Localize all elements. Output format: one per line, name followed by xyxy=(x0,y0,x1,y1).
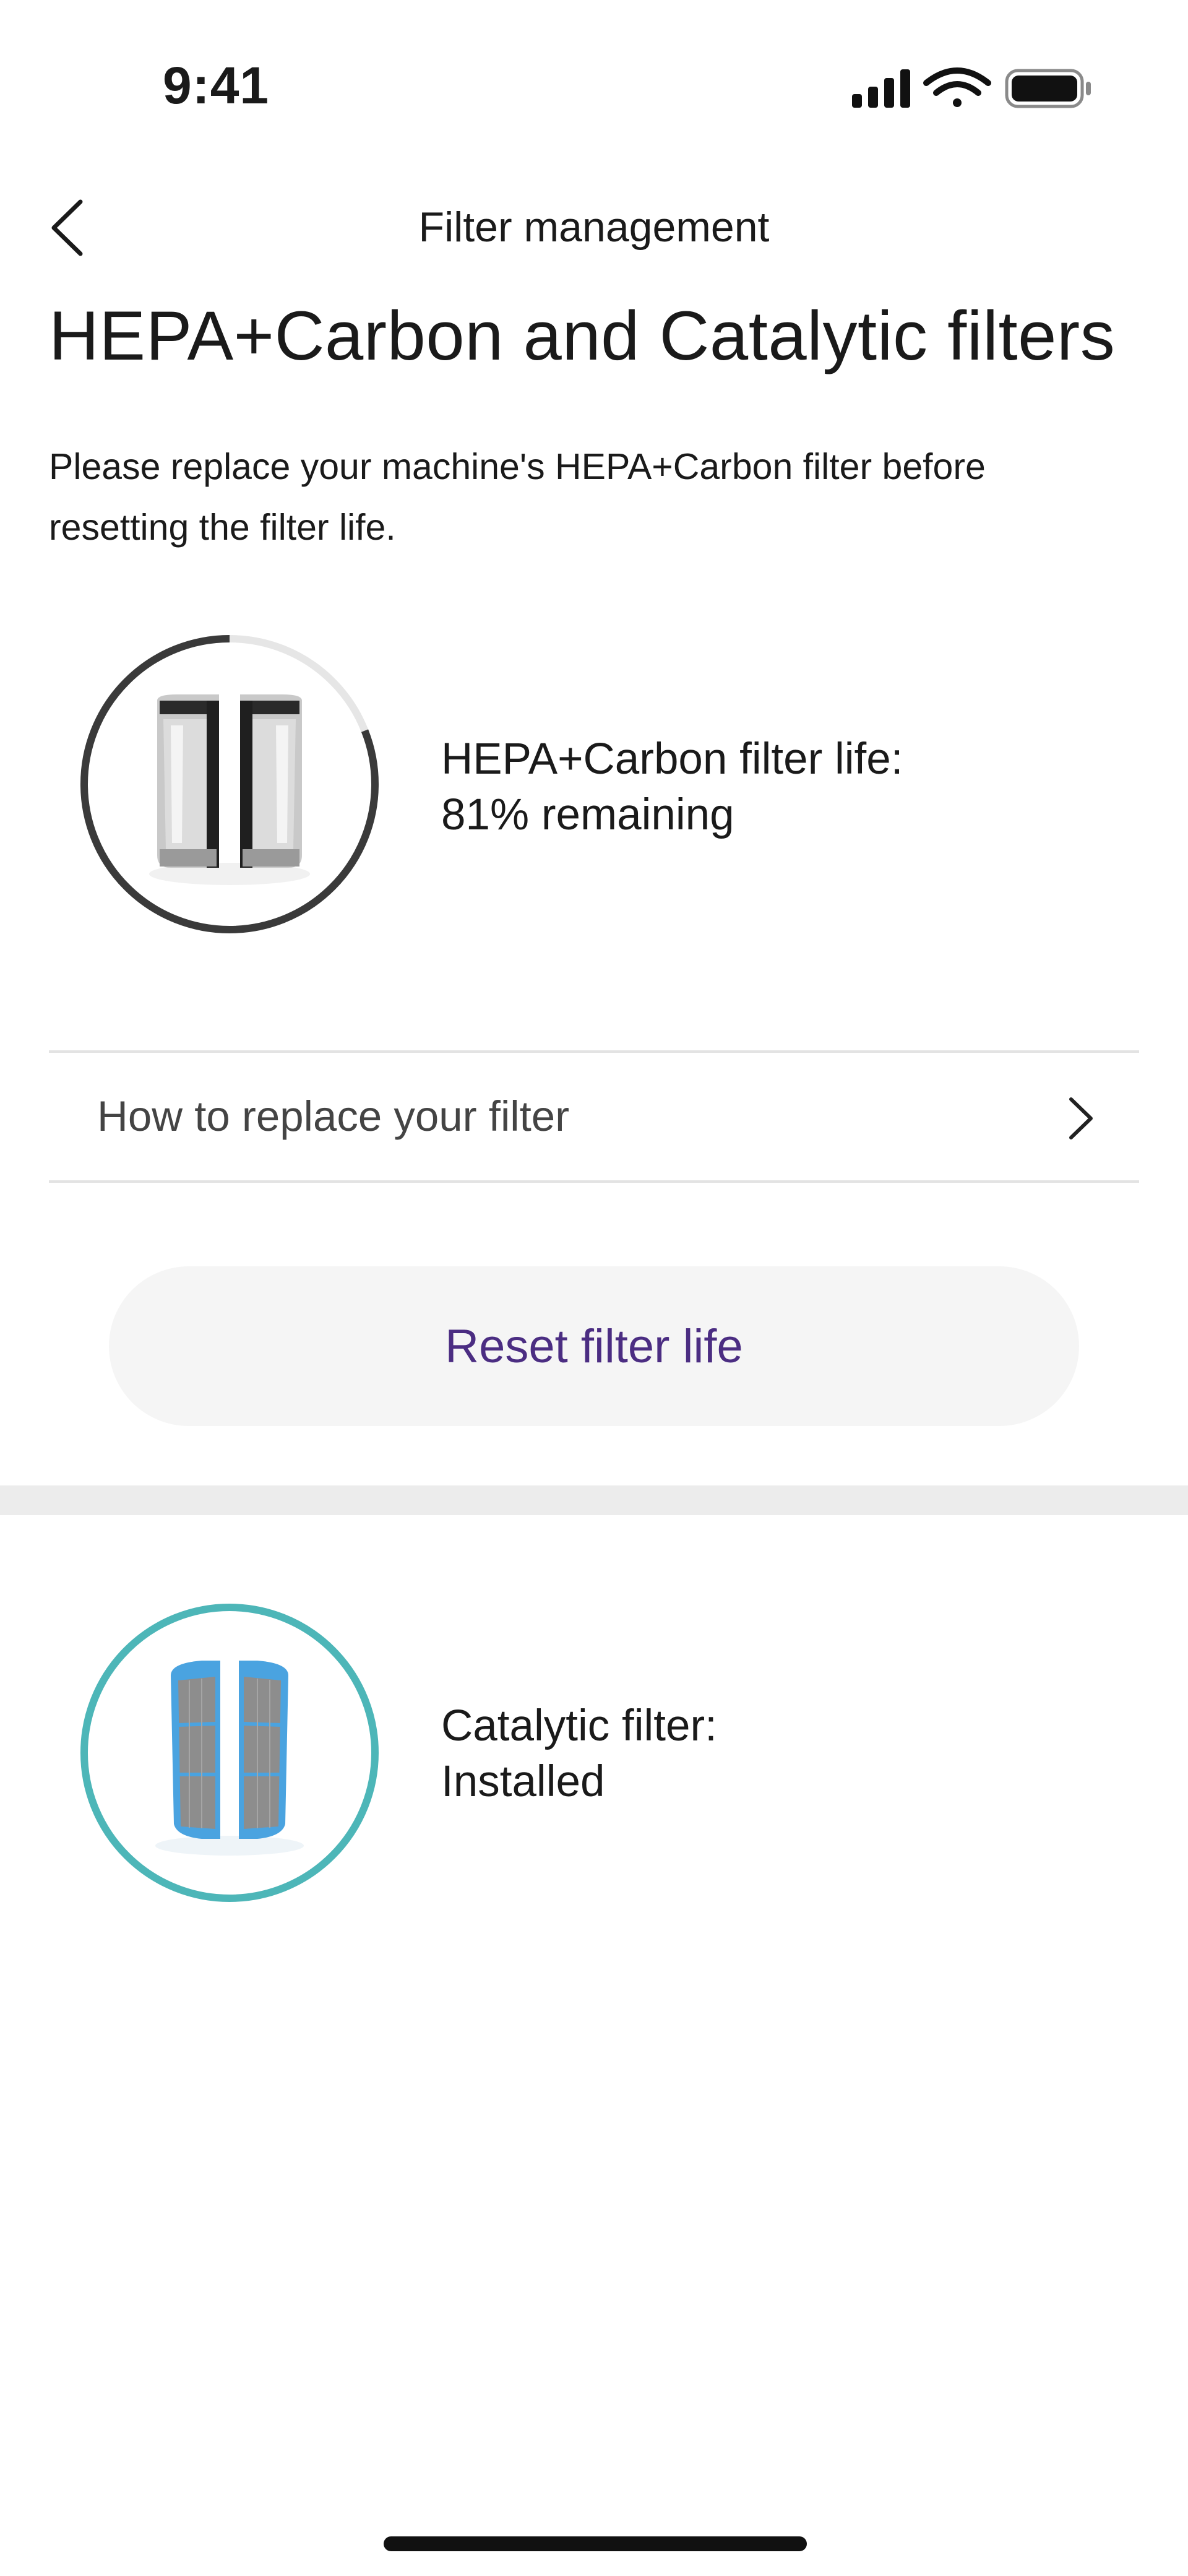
reset-filter-life-button[interactable]: Reset filter life xyxy=(109,1266,1079,1426)
hepa-filter-status: HEPA+Carbon filter life: 81% remaining xyxy=(441,732,903,843)
hepa-filter-value: 81% remaining xyxy=(441,790,734,839)
how-to-replace-label: How to replace your filter xyxy=(97,1092,570,1140)
catalytic-filter-ring xyxy=(80,1604,379,1902)
intro-text: Please replace your machine's HEPA+Carbo… xyxy=(49,446,986,548)
catalytic-filter-status: Catalytic filter: Installed xyxy=(441,1698,717,1810)
page-title: Filter management xyxy=(418,204,770,251)
how-to-replace-link[interactable]: How to replace your filter xyxy=(49,1052,1139,1182)
catalytic-filter-value: Installed xyxy=(441,1757,605,1806)
chevron-right-icon xyxy=(1069,1097,1093,1139)
hepa-filter-progress-ring xyxy=(80,635,379,933)
catalytic-filter-label: Catalytic filter: xyxy=(441,1701,717,1750)
cellular-signal-icon xyxy=(852,69,910,108)
wifi-icon xyxy=(923,67,991,107)
section-separator xyxy=(0,1485,1188,1515)
divider xyxy=(49,1180,1139,1183)
section-heading: HEPA+Carbon and Catalytic filters xyxy=(49,297,1116,374)
home-indicator[interactable] xyxy=(384,2536,807,2551)
status-time: 9:41 xyxy=(163,56,270,115)
status-icons xyxy=(852,67,1091,108)
hepa-filter-label: HEPA+Carbon filter life: xyxy=(441,735,903,784)
battery-icon xyxy=(1005,69,1091,108)
